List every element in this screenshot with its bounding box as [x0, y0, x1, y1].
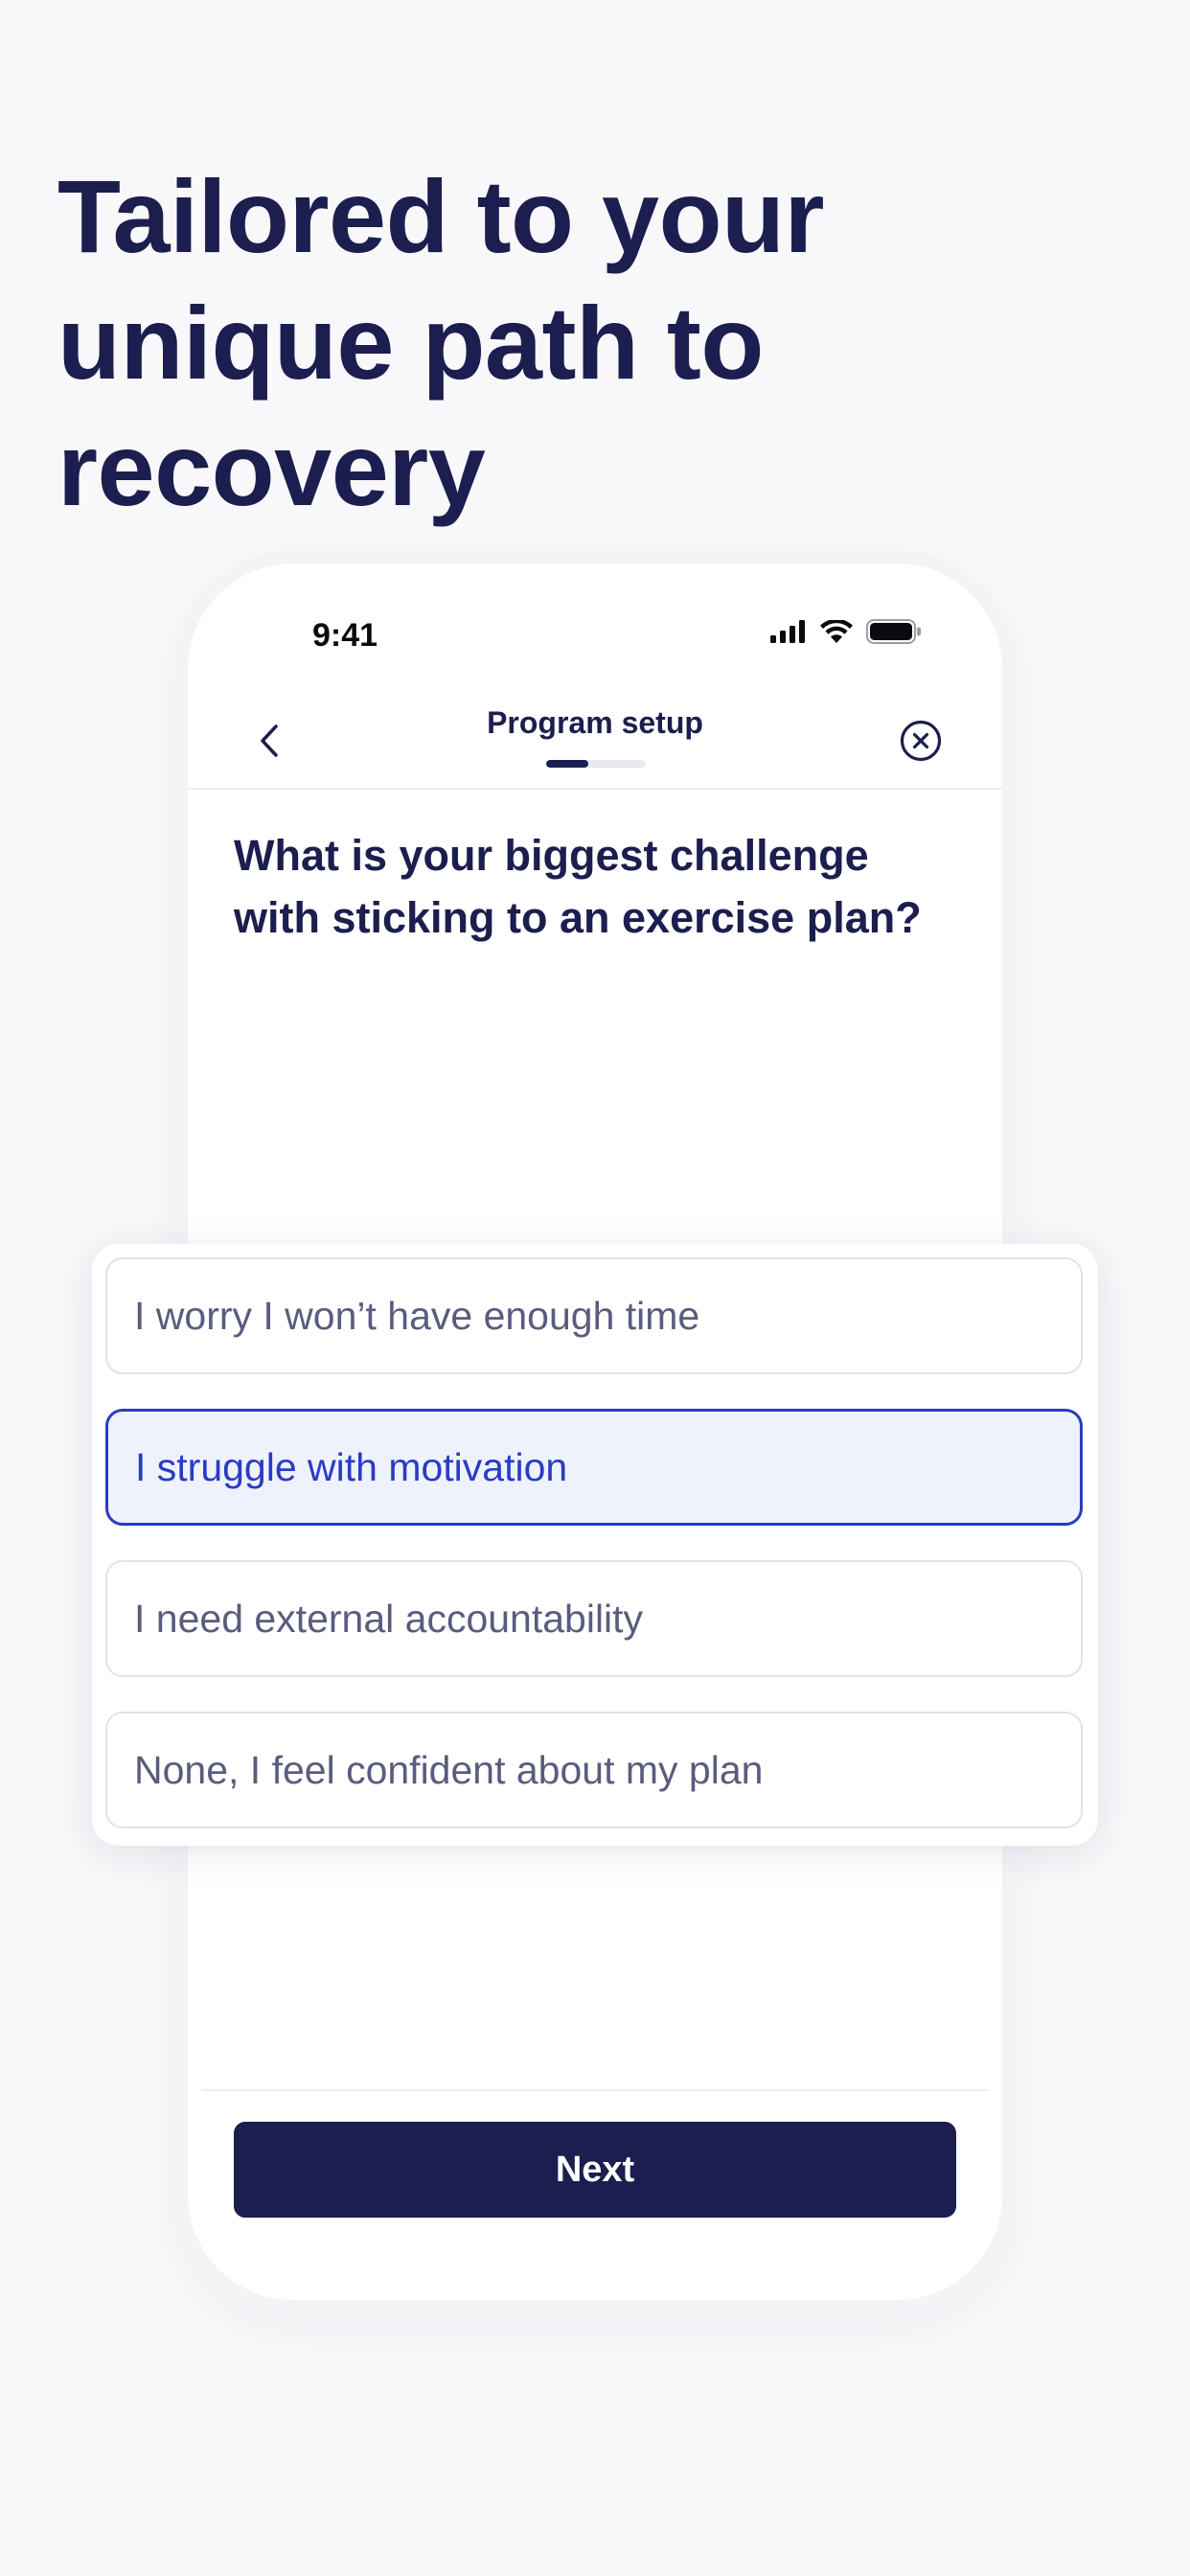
- option-struggle-motivation[interactable]: I struggle with motivation: [105, 1409, 1083, 1526]
- status-icons: [770, 619, 922, 644]
- footer-divider: [201, 2089, 989, 2091]
- answer-options-card: I worry I won’t have enough time I strug…: [92, 1244, 1098, 1846]
- setup-progress-bar: [546, 760, 646, 768]
- option-external-accountability[interactable]: I need external accountability: [105, 1560, 1083, 1677]
- option-feel-confident[interactable]: None, I feel confident about my plan: [105, 1712, 1083, 1828]
- option-not-enough-time[interactable]: I worry I won’t have enough time: [105, 1257, 1083, 1374]
- setup-progress-fill: [546, 760, 588, 768]
- signal-icon: [770, 620, 805, 643]
- nav-title: Program setup: [487, 705, 703, 740]
- nav-bar: Program setup: [188, 688, 1002, 790]
- close-circle-icon[interactable]: [899, 719, 943, 763]
- wifi-icon: [820, 620, 853, 643]
- status-time: 9:41: [312, 617, 378, 654]
- battery-icon: [866, 619, 921, 644]
- next-button[interactable]: Next: [234, 2122, 956, 2218]
- status-bar: 9:41: [188, 564, 1002, 669]
- headline: Tailored to your unique path to recovery: [57, 158, 825, 527]
- question-text: What is your biggest challenge with stic…: [234, 831, 922, 942]
